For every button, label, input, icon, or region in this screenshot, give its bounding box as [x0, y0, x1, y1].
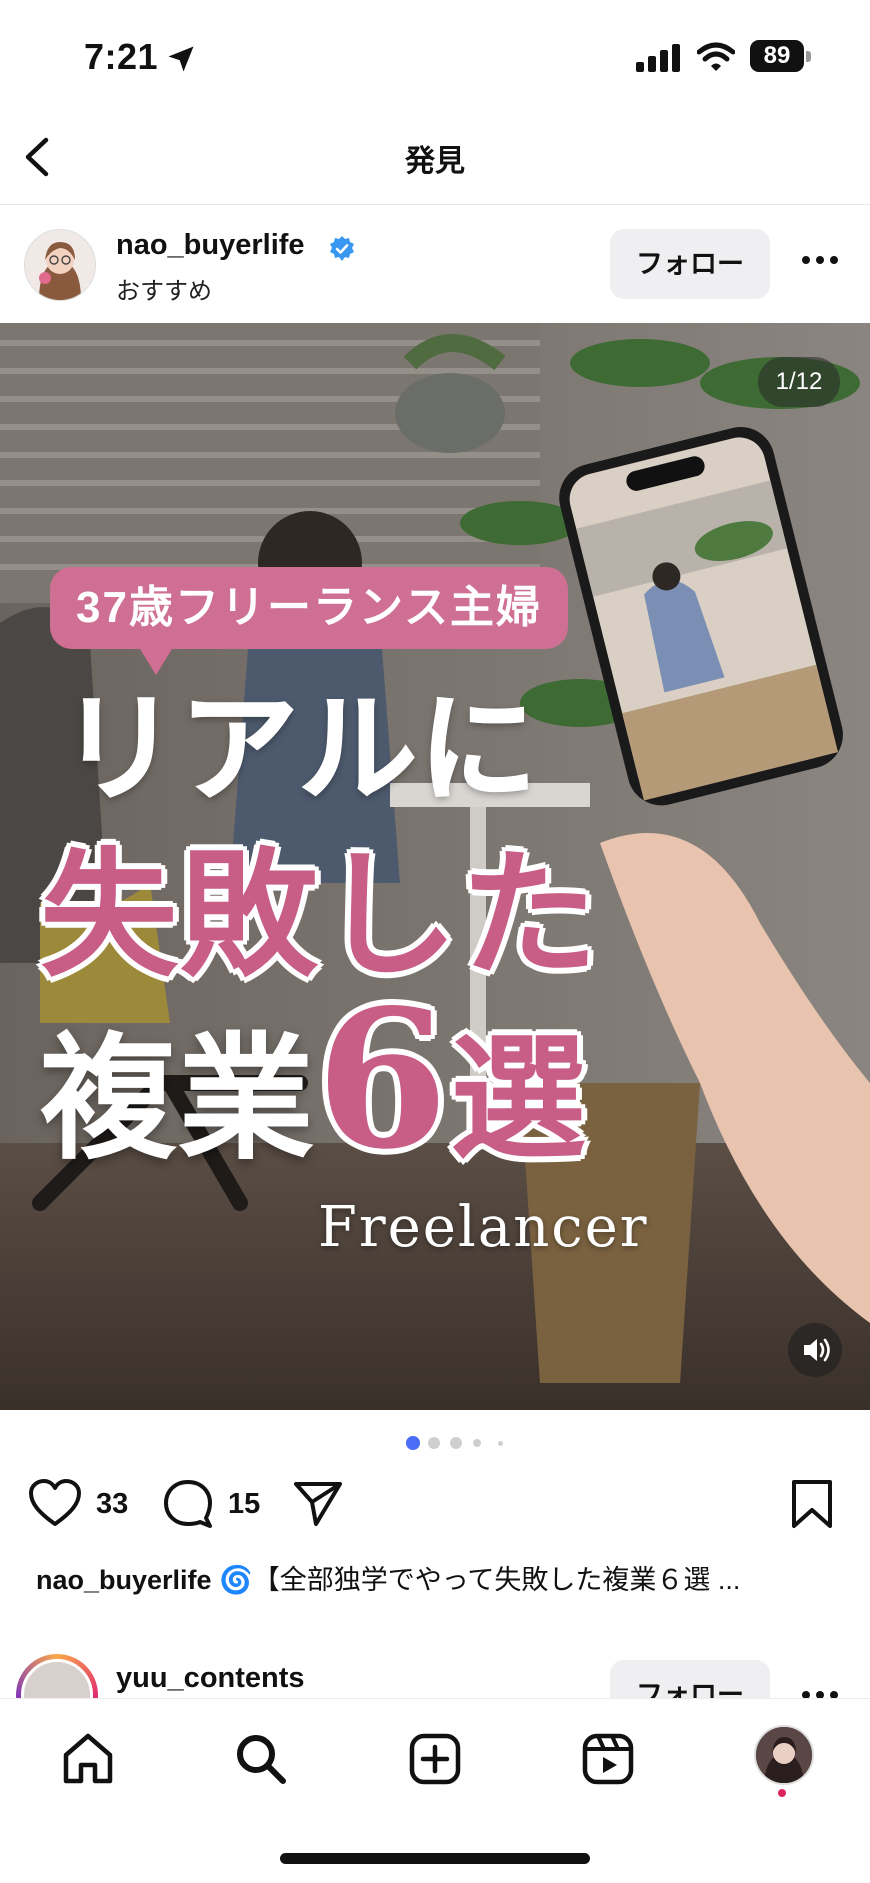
heart-icon[interactable] — [28, 1478, 82, 1528]
comment-icon[interactable] — [162, 1478, 214, 1530]
sound-toggle-button[interactable] — [788, 1323, 842, 1377]
headline-line-3: 複業6選 — [40, 968, 588, 1191]
follow-button[interactable]: フォロー — [610, 229, 770, 299]
comment-count[interactable]: 15 — [228, 1488, 260, 1521]
page-title: 発見 — [405, 145, 465, 178]
avatar-portrait-icon — [25, 230, 95, 300]
next-follow-button[interactable]: フォロー — [610, 1660, 770, 1698]
bottom-tab-bar — [0, 1698, 870, 1883]
like-count[interactable]: 33 — [96, 1488, 128, 1521]
carousel-counter: 1/12 — [758, 357, 840, 407]
post-subtitle: おすすめ — [116, 278, 212, 305]
carousel-dot — [428, 1437, 440, 1449]
post-username[interactable]: nao_buyerlife — [116, 229, 305, 262]
status-bar: 7:21 89 — [0, 0, 870, 110]
cellular-signal-icon — [636, 44, 680, 72]
battery-level: 89 — [750, 40, 804, 72]
carousel-dot — [498, 1441, 503, 1446]
battery-tip — [806, 51, 811, 62]
profile-avatar[interactable] — [754, 1725, 814, 1785]
headline-english: Freelancer — [318, 1195, 649, 1260]
battery-indicator: 89 — [750, 40, 812, 74]
create-post-icon[interactable] — [407, 1731, 463, 1787]
carousel-dot-active — [406, 1436, 420, 1450]
post-header: nao_buyerlife おすすめ フォロー — [0, 205, 870, 323]
image-tag-label: 37歳フリーランス主婦 — [50, 567, 569, 649]
profile-portrait-icon — [756, 1727, 812, 1783]
reels-icon[interactable] — [580, 1731, 636, 1787]
caption-username[interactable]: nao_buyerlife — [36, 1565, 212, 1595]
headline-sen: 選 — [450, 1019, 589, 1179]
headline-fukugyo: 複業 — [40, 1019, 316, 1179]
caption-text: 🌀【全部独学でやって失敗した複業６選 ... — [219, 1565, 741, 1595]
more-options-icon[interactable] — [800, 253, 840, 267]
home-indicator — [280, 1853, 590, 1864]
search-icon[interactable] — [233, 1731, 289, 1787]
post-caption[interactable]: nao_buyerlife 🌀【全部独学でやって失敗した複業６選 ... — [36, 1558, 836, 1597]
headline-number: 6 — [316, 968, 451, 1191]
home-icon[interactable] — [60, 1731, 116, 1787]
headline-line-1: リアルに — [59, 678, 539, 819]
verified-badge-icon — [330, 236, 354, 261]
nav-header: 発見 — [0, 110, 870, 205]
status-time: 7:21 — [84, 36, 159, 77]
share-paper-plane-icon[interactable] — [292, 1478, 344, 1528]
post-media[interactable]: 1/12 37歳フリーランス主婦 リアルに 失敗した 複業6選 Freelanc… — [0, 323, 870, 1410]
profile-notification-dot — [778, 1789, 786, 1797]
next-post-header: yuu_contents フォロー — [0, 1650, 870, 1698]
wifi-icon — [697, 42, 735, 71]
speaker-icon — [804, 1338, 830, 1362]
next-post-username[interactable]: yuu_contents — [116, 1662, 305, 1695]
carousel-dot — [473, 1439, 481, 1447]
bookmark-icon[interactable] — [790, 1478, 834, 1530]
next-user-avatar-story-ring[interactable] — [16, 1654, 98, 1698]
user-avatar[interactable] — [24, 229, 96, 301]
location-arrow-icon — [168, 46, 194, 72]
carousel-dot — [450, 1437, 462, 1449]
next-more-options-icon[interactable] — [800, 1688, 840, 1698]
next-user-avatar — [21, 1659, 93, 1698]
